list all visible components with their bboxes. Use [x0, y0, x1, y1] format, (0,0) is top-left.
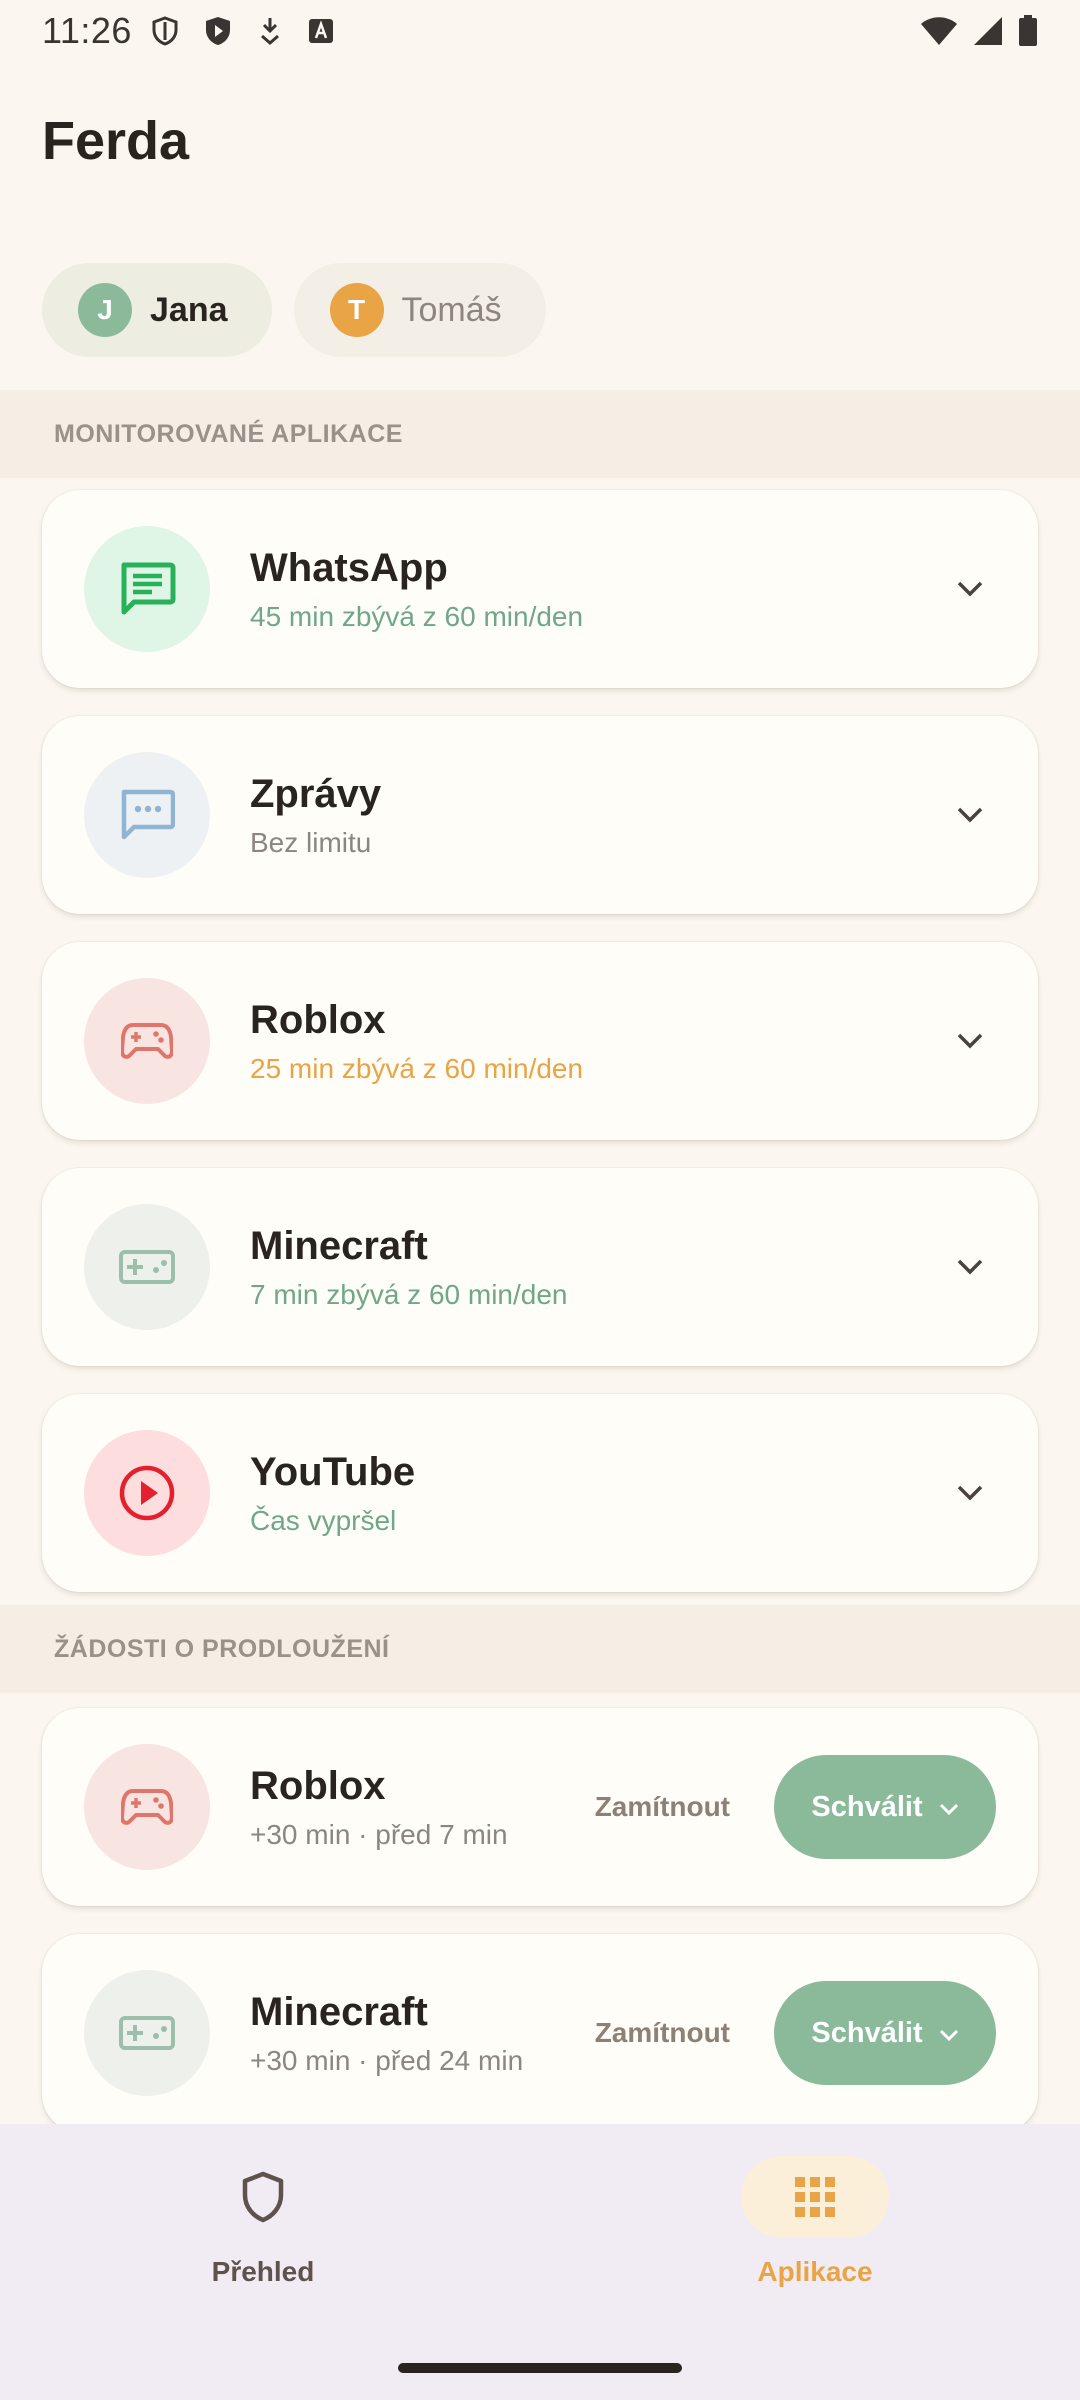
chevron-down-icon[interactable]: [939, 1791, 959, 1824]
avatar: T: [329, 283, 384, 337]
status-bar: 11:26: [0, 0, 1080, 62]
grid-icon: [741, 2156, 889, 2238]
status-time: 11:26: [42, 10, 132, 51]
request-detail: +30 min · před 24 min: [250, 2044, 524, 2076]
shield-icon: [189, 2156, 337, 2238]
reject-button[interactable]: Zamítnout: [595, 2017, 730, 2049]
app-status: 7 min zbývá z 60 min/den: [250, 1278, 568, 1310]
status-notification-icons: [152, 16, 334, 46]
request-detail: +30 min · před 7 min: [250, 1818, 508, 1850]
gamepad-icon: [84, 1744, 210, 1870]
approve-button-label: Schválit: [811, 1790, 923, 1823]
app-status: Bez limitu: [250, 826, 372, 858]
reject-button[interactable]: Zamítnout: [595, 1791, 730, 1823]
app-status: 25 min zbývá z 60 min/den: [250, 1052, 584, 1084]
avatar: J: [78, 283, 132, 337]
nav-label: Aplikace: [757, 2256, 873, 2287]
approve-button-label: Schválit: [811, 2016, 923, 2049]
play-icon: [84, 1430, 210, 1556]
play-protect-status-icon: [204, 16, 232, 46]
nav-label: Přehled: [211, 2256, 315, 2287]
chevron-down-icon[interactable]: [950, 569, 990, 609]
section-header-monitored: MONITOROVANÉ APLIKACE: [0, 390, 1080, 478]
page-title: Ferda: [42, 111, 190, 171]
chevron-down-icon[interactable]: [939, 2017, 959, 2050]
battery-icon: [1018, 15, 1038, 47]
request-app-name: Minecraft: [250, 1989, 428, 2034]
app-name: Minecraft: [250, 1223, 428, 1268]
app-name: Zprávy: [250, 771, 382, 816]
app-card-youtube[interactable]: YouTube Čas vypršel: [42, 1394, 1038, 1592]
request-app-name: Roblox: [250, 1763, 386, 1808]
game-controller-icon: [84, 1204, 210, 1330]
shield-outline-status-icon: [152, 16, 178, 46]
game-controller-icon: [84, 1970, 210, 2096]
signal-icon: [972, 16, 1004, 46]
profile-chip-label: Jana: [150, 290, 228, 329]
profile-chip-label: Tomáš: [401, 290, 502, 329]
chat-icon: [84, 526, 210, 652]
profile-selector: J Jana T Tomáš: [42, 263, 546, 357]
profile-chip-tomas[interactable]: T Tomáš: [293, 263, 546, 357]
chevron-down-icon[interactable]: [950, 1247, 990, 1287]
app-card-zpravy[interactable]: Zprávy Bez limitu: [42, 716, 1038, 914]
message-dots-icon: [84, 752, 210, 878]
profile-chip-jana[interactable]: J Jana: [42, 263, 272, 357]
app-card-whatsapp[interactable]: WhatsApp 45 min zbývá z 60 min/den: [42, 490, 1038, 688]
gamepad-icon: [84, 978, 210, 1104]
keyboard-status-icon: [308, 18, 334, 44]
app-status: 45 min zbývá z 60 min/den: [250, 600, 584, 632]
app-status: Čas vypršel: [250, 1504, 397, 1536]
request-card-roblox: Roblox +30 min · před 7 min Zamítnout Sc…: [42, 1708, 1038, 1906]
status-system-icons: [920, 15, 1038, 47]
nav-item-aplikace[interactable]: Aplikace: [685, 2156, 945, 2288]
chevron-down-icon[interactable]: [950, 795, 990, 835]
approve-button[interactable]: Schválit: [774, 1755, 996, 1859]
approve-button[interactable]: Schválit: [774, 1981, 996, 2085]
app-card-minecraft[interactable]: Minecraft 7 min zbývá z 60 min/den: [42, 1168, 1038, 1366]
request-card-minecraft: Minecraft +30 min · před 24 min Zamítnou…: [42, 1934, 1038, 2132]
home-indicator[interactable]: [398, 2363, 682, 2373]
nav-item-prehled[interactable]: Přehled: [133, 2156, 393, 2288]
app-name: YouTube: [250, 1449, 416, 1494]
section-header-requests: ŽÁDOSTI O PRODLOUŽENÍ: [0, 1605, 1080, 1693]
app-name: WhatsApp: [250, 545, 448, 590]
chevron-down-icon[interactable]: [950, 1473, 990, 1513]
wifi-icon: [920, 16, 958, 46]
app-name: Roblox: [250, 997, 386, 1042]
download-status-icon: [258, 16, 282, 46]
chevron-down-icon[interactable]: [950, 1021, 990, 1061]
app-card-roblox[interactable]: Roblox 25 min zbývá z 60 min/den: [42, 942, 1038, 1140]
bottom-navigation: Přehled Aplikace: [0, 2124, 1080, 2400]
